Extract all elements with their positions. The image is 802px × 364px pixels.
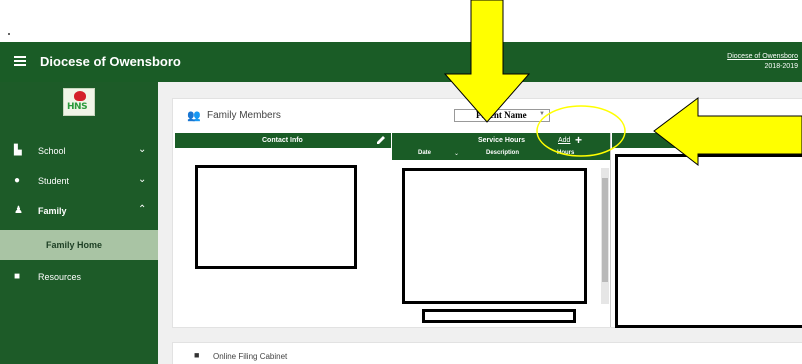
annotation-overlay — [443, 0, 802, 167]
left-arrow-annotation — [653, 97, 802, 167]
highlight-circle — [536, 105, 626, 157]
down-arrow-annotation — [443, 0, 531, 123]
